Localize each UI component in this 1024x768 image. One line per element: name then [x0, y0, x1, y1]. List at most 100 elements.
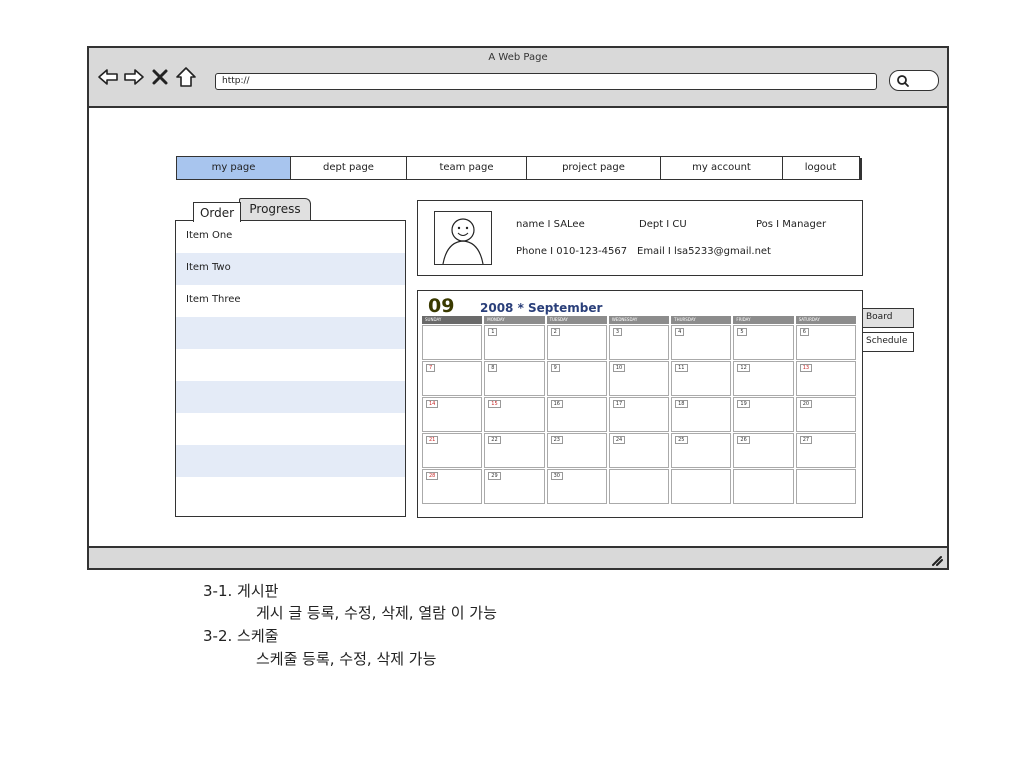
note-detail-schedule: 스케줄 등록, 수정, 삭제 가능 — [256, 650, 437, 668]
resize-grip-icon[interactable] — [929, 552, 943, 566]
weekday-label: SATURDAY — [795, 316, 856, 324]
avatar — [434, 211, 492, 265]
calendar-week: 21 22 23 24 25 26 27 — [422, 433, 858, 468]
calendar-date-number: 16 — [550, 400, 563, 408]
weekday-label: TUESDAY — [546, 316, 607, 324]
list-item — [176, 445, 405, 477]
note-heading-schedule: 3-2. 스케줄 — [203, 627, 279, 645]
calendar-day-cell[interactable] — [671, 469, 732, 504]
calendar-date-number: 23 — [550, 436, 563, 444]
close-x-icon[interactable] — [149, 66, 171, 88]
tab-my-account[interactable]: my account — [661, 157, 783, 179]
calendar-date-number: 30 — [550, 472, 563, 480]
calendar-day-cell[interactable]: 27 — [795, 433, 856, 468]
calendar-day-cell[interactable]: 12 — [733, 361, 794, 396]
profile-phone: Phone I 010-123-4567 — [516, 246, 628, 257]
calendar-day-cell[interactable]: 8 — [484, 361, 545, 396]
calendar-date-number: 19 — [737, 400, 750, 408]
calendar-day-cell[interactable] — [795, 469, 856, 504]
list-item — [176, 349, 405, 381]
calendar-date-number: 5 — [737, 328, 747, 336]
calendar-day-cell[interactable]: 14 — [422, 397, 483, 432]
tab-team-page[interactable]: team page — [407, 157, 527, 179]
home-icon[interactable] — [175, 66, 197, 88]
calendar-day-cell[interactable]: 28 — [422, 469, 483, 504]
calendar-day-cell[interactable]: 19 — [733, 397, 794, 432]
calendar-date-number: 20 — [799, 400, 813, 408]
calendar-day-cell[interactable]: 30 — [546, 469, 607, 504]
tab-logout[interactable]: logout — [783, 157, 858, 179]
calendar-day-cell[interactable]: 20 — [795, 397, 856, 432]
calendar-day-cell[interactable]: 2 — [546, 325, 607, 360]
calendar-day-cell[interactable]: 25 — [671, 433, 732, 468]
calendar-date-number: 29 — [488, 472, 501, 480]
calendar-day-cell[interactable]: 6 — [795, 325, 856, 360]
calendar-date-number: 10 — [612, 364, 626, 372]
calendar-day-cell[interactable]: 11 — [671, 361, 732, 396]
calendar-date-number: 8 — [488, 364, 498, 372]
profile-card: name I SALee Dept I CU Pos I Manager Pho… — [417, 200, 863, 276]
calendar-day-cell[interactable]: 26 — [733, 433, 794, 468]
weekday-label: WEDNESDAY — [608, 316, 670, 324]
calendar-date-number: 28 — [426, 472, 439, 480]
list-item[interactable]: Item Two — [176, 253, 405, 285]
calendar-day-cell[interactable]: 5 — [733, 325, 794, 360]
calendar-date-number: 18 — [675, 400, 688, 408]
main-nav: my page dept page team page project page… — [176, 156, 862, 180]
calendar-date-number: 3 — [612, 328, 623, 336]
list-item — [176, 317, 405, 349]
calendar-day-cell[interactable]: 13 — [795, 361, 856, 396]
calendar-date-number: 25 — [675, 436, 688, 444]
calendar-day-cell[interactable] — [733, 469, 794, 504]
browser-toolbar: A Web Page http:// — [89, 48, 947, 108]
calendar-day-cell[interactable]: 23 — [546, 433, 607, 468]
search-button[interactable] — [889, 70, 939, 91]
calendar-grid: SUNDAY MONDAY TUESDAY WEDNESDAY THURSDAY FRID… — [422, 316, 858, 504]
calendar-date-number: 15 — [488, 400, 501, 408]
calendar: 09 2008 * September SUNDAY MONDAY TUESDAY W… — [417, 290, 863, 518]
calendar-day-cell[interactable]: 22 — [484, 433, 545, 468]
side-tab-schedule[interactable]: Schedule — [862, 332, 914, 352]
weekday-label: MONDAY — [484, 316, 545, 324]
list-item[interactable]: Item Three — [176, 285, 405, 317]
calendar-day-cell[interactable] — [422, 325, 483, 360]
forward-arrow-icon[interactable] — [123, 66, 145, 88]
status-bar — [89, 546, 947, 568]
browser-window: A Web Page http:// my page dept page tea… — [87, 46, 949, 570]
note-heading-board: 3-1. 게시판 — [203, 582, 279, 600]
calendar-day: 09 — [428, 295, 455, 317]
profile-position: Pos I Manager — [756, 219, 827, 230]
calendar-day-cell[interactable]: 17 — [608, 397, 670, 432]
back-arrow-icon[interactable] — [97, 66, 119, 88]
calendar-day-cell[interactable]: 21 — [422, 433, 483, 468]
calendar-week: 1 2 3 4 5 6 — [422, 325, 858, 360]
calendar-day-cell[interactable]: 15 — [484, 397, 545, 432]
calendar-date-number: 17 — [612, 400, 626, 408]
tab-my-page[interactable]: my page — [177, 157, 291, 179]
url-input[interactable]: http:// — [215, 73, 877, 90]
calendar-date-number: 24 — [612, 436, 626, 444]
list-item[interactable]: Item One — [176, 221, 405, 253]
tab-order[interactable]: Order — [193, 202, 241, 222]
weekday-label: FRIDAY — [733, 316, 794, 324]
tab-dept-page[interactable]: dept page — [291, 157, 407, 179]
calendar-day-cell[interactable]: 9 — [546, 361, 607, 396]
calendar-day-cell[interactable]: 24 — [608, 433, 670, 468]
calendar-day-cell[interactable]: 10 — [608, 361, 670, 396]
calendar-day-cell[interactable]: 18 — [671, 397, 732, 432]
calendar-day-cell[interactable]: 1 — [484, 325, 545, 360]
calendar-week: 7 8 9 10 11 12 13 — [422, 361, 858, 396]
calendar-date-number: 2 — [550, 328, 560, 336]
window-title: A Web Page — [488, 52, 548, 63]
calendar-day-cell[interactable] — [608, 469, 670, 504]
calendar-day-cell[interactable]: 3 — [608, 325, 670, 360]
tab-project-page[interactable]: project page — [527, 157, 661, 179]
calendar-date-number: 11 — [675, 364, 688, 372]
tab-progress[interactable]: Progress — [239, 198, 311, 220]
list-item — [176, 477, 405, 509]
calendar-day-cell[interactable]: 4 — [671, 325, 732, 360]
side-tab-board[interactable]: Board — [862, 308, 914, 328]
calendar-day-cell[interactable]: 16 — [546, 397, 607, 432]
calendar-day-cell[interactable]: 7 — [422, 361, 483, 396]
calendar-day-cell[interactable]: 29 — [484, 469, 545, 504]
